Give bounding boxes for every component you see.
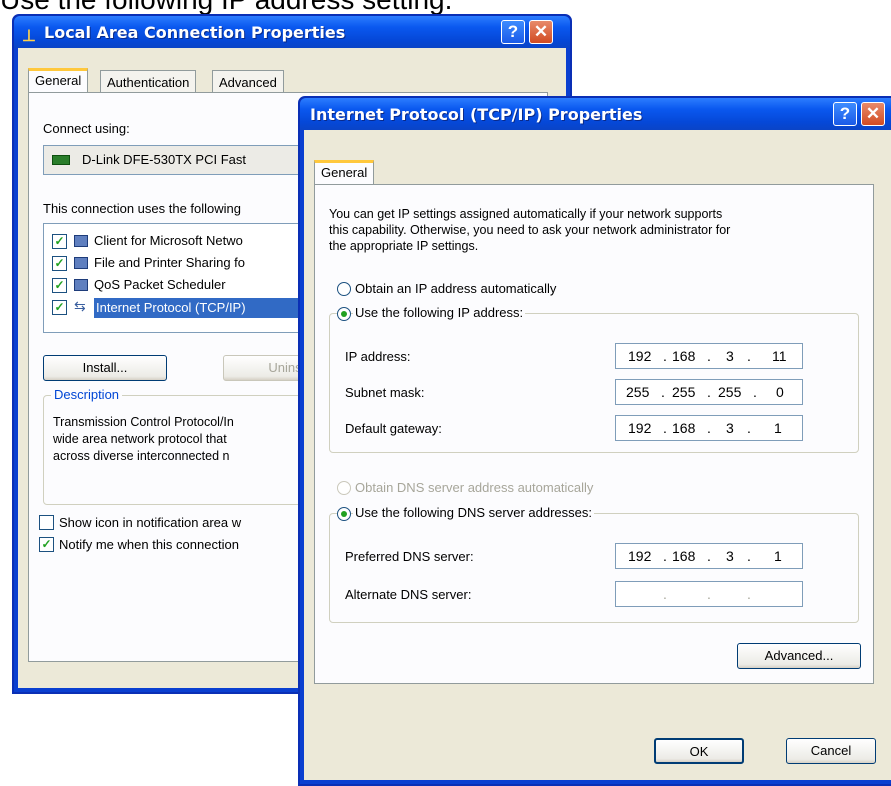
- use-following-ip-label[interactable]: Use the following IP address:: [353, 305, 526, 320]
- description-line-1: Transmission Control Protocol/In: [53, 415, 234, 429]
- component-item-3[interactable]: QoS Packet Scheduler: [94, 277, 226, 292]
- component-checkbox-3[interactable]: ✓: [52, 278, 67, 293]
- intro-line-1: You can get IP settings assigned automat…: [329, 207, 723, 221]
- preferred-dns-field[interactable]: 192. 168. 3. 1: [615, 543, 803, 569]
- lan-window-title: Local Area Connection Properties: [44, 23, 346, 42]
- network-icon: ⊥: [22, 28, 36, 45]
- tcpip-client-area: General You can get IP settings assigned…: [304, 130, 891, 780]
- file-sharing-icon: [74, 257, 88, 269]
- default-gateway-label: Default gateway:: [345, 421, 442, 436]
- use-following-dns-label[interactable]: Use the following DNS server addresses:: [353, 505, 594, 520]
- connect-using-label: Connect using:: [43, 121, 130, 136]
- ok-button[interactable]: OK: [654, 738, 744, 764]
- lan-close-button[interactable]: ✕: [529, 20, 553, 44]
- obtain-ip-auto-radio[interactable]: [337, 282, 351, 296]
- component-checkbox-1[interactable]: ✓: [52, 234, 67, 249]
- tcpip-general-panel: You can get IP settings assigned automat…: [314, 184, 874, 684]
- subnet-mask-label: Subnet mask:: [345, 385, 425, 400]
- component-item-4: Internet Protocol (TCP/IP): [96, 300, 246, 315]
- install-button[interactable]: Install...: [43, 355, 167, 381]
- lan-titlebar[interactable]: ⊥ Local Area Connection Properties ? ✕: [14, 16, 570, 48]
- tab-general[interactable]: General: [28, 68, 89, 92]
- tab-general-tcpip[interactable]: General: [314, 160, 375, 184]
- ip-address-label: IP address:: [345, 349, 411, 364]
- component-checkbox-2[interactable]: ✓: [52, 256, 67, 271]
- show-icon-label[interactable]: Show icon in notification area w: [59, 515, 241, 530]
- description-line-3: across diverse interconnected n: [53, 449, 230, 463]
- tcpip-properties-window: Internet Protocol (TCP/IP) Properties ? …: [298, 96, 891, 786]
- subnet-mask-field[interactable]: 255. 255. 255. 0: [615, 379, 803, 405]
- advanced-button[interactable]: Advanced...: [737, 643, 861, 669]
- cancel-button[interactable]: Cancel: [786, 738, 876, 764]
- lan-help-button[interactable]: ?: [501, 20, 525, 44]
- intro-line-2: this capability. Otherwise, you need to …: [329, 223, 731, 237]
- intro-line-3: the appropriate IP settings.: [329, 239, 479, 253]
- description-line-2: wide area network protocol that: [53, 432, 227, 446]
- component-item-1[interactable]: Client for Microsoft Netwo: [94, 233, 243, 248]
- alternate-dns-label: Alternate DNS server:: [345, 587, 472, 602]
- network-card-icon: [52, 155, 70, 165]
- tcpip-window-title: Internet Protocol (TCP/IP) Properties: [310, 105, 643, 124]
- obtain-ip-auto-label[interactable]: Obtain an IP address automatically: [355, 281, 556, 296]
- use-following-dns-radio[interactable]: [337, 507, 351, 521]
- component-item-2[interactable]: File and Printer Sharing fo: [94, 255, 245, 270]
- adapter-name: D-Link DFE-530TX PCI Fast: [82, 152, 246, 167]
- notify-label[interactable]: Notify me when this connection: [59, 537, 239, 552]
- preferred-dns-label: Preferred DNS server:: [345, 549, 474, 564]
- use-following-ip-radio[interactable]: [337, 307, 351, 321]
- alternate-dns-field[interactable]: . . .: [615, 581, 803, 607]
- description-label: Description: [51, 387, 123, 402]
- notify-checkbox[interactable]: ✓: [39, 537, 54, 552]
- default-gateway-field[interactable]: 192. 168. 3. 1: [615, 415, 803, 441]
- components-label: This connection uses the following: [43, 201, 242, 216]
- tcpip-help-button[interactable]: ?: [833, 102, 857, 126]
- tab-advanced[interactable]: Advanced: [212, 70, 284, 94]
- component-checkbox-4[interactable]: ✓: [52, 300, 67, 315]
- tcpip-protocol-icon: ⇆: [74, 298, 86, 314]
- tab-authentication[interactable]: Authentication: [100, 70, 197, 94]
- show-icon-checkbox[interactable]: [39, 515, 54, 530]
- tcpip-close-button[interactable]: ✕: [861, 102, 885, 126]
- qos-icon: [74, 279, 88, 291]
- obtain-dns-auto-label[interactable]: Obtain DNS server address automatically: [355, 480, 593, 495]
- obtain-dns-auto-radio[interactable]: [337, 481, 351, 495]
- ip-address-field[interactable]: 192. 168. 3. 11: [615, 343, 803, 369]
- tcpip-titlebar[interactable]: Internet Protocol (TCP/IP) Properties ? …: [300, 98, 891, 130]
- client-icon: [74, 235, 88, 247]
